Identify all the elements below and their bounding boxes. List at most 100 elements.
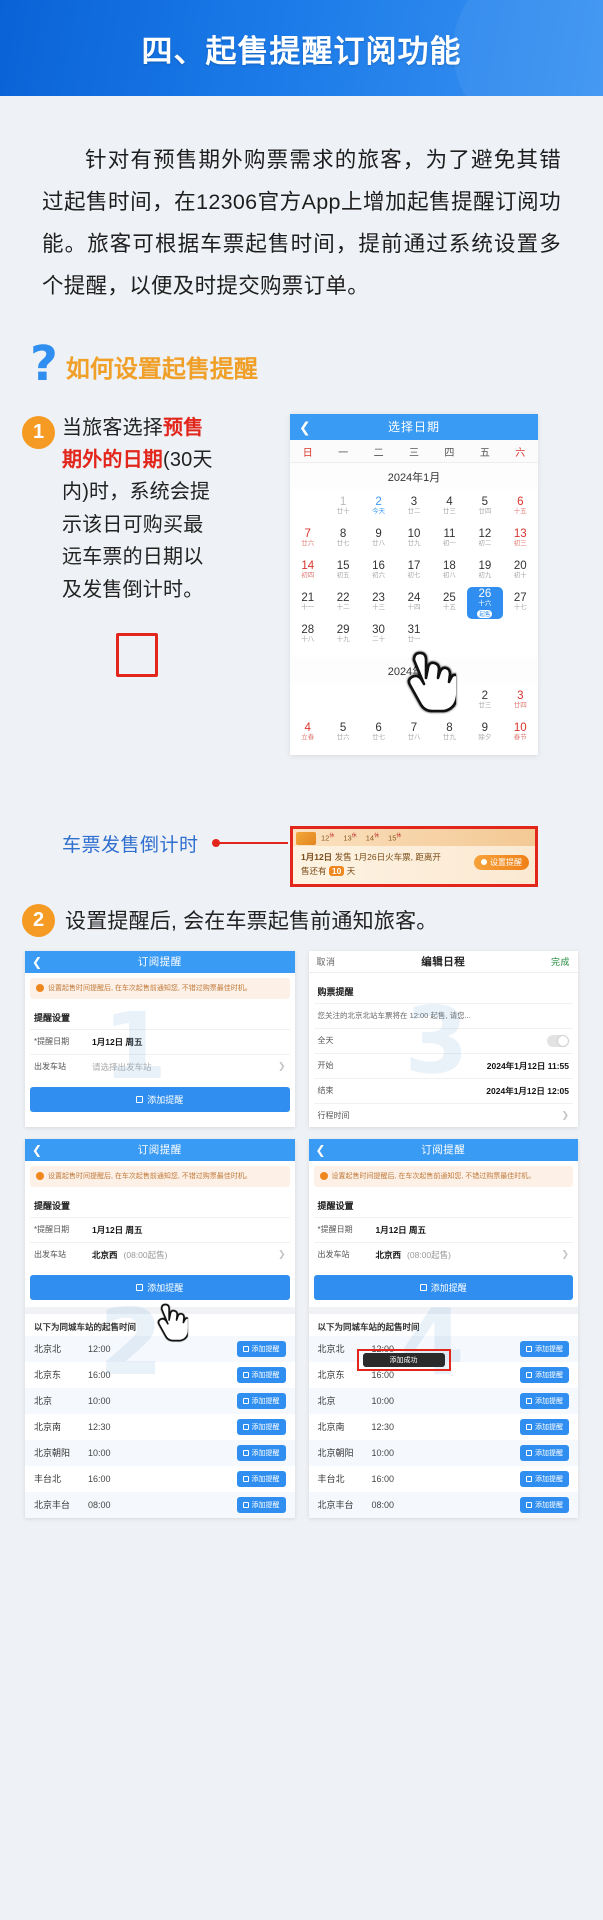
calendar-day-11[interactable]: 11 初一	[432, 523, 467, 555]
calendar-day-8[interactable]: 8 廿七	[325, 523, 360, 555]
station-add-reminder-button[interactable]: 添加提醒	[236, 1470, 286, 1487]
shot1-station-row[interactable]: 出发车站 请选择出发车站 ❯	[30, 1053, 290, 1079]
calendar-day-13[interactable]: 13 初三	[503, 523, 538, 555]
calendar-day-lunar: 初十	[513, 572, 527, 580]
calendar-day-25[interactable]: 25 十五	[432, 587, 467, 619]
calendar-day-26[interactable]: 26 十六 起售	[467, 586, 503, 619]
countdown-callout-label: 车票发售倒计时	[62, 834, 199, 856]
station-add-reminder-label: 添加提醒	[251, 1371, 280, 1379]
calendar-day-5[interactable]: 5 廿四	[467, 491, 502, 523]
calendar-day-21[interactable]: 21 十一	[290, 587, 325, 619]
calendar-day-14[interactable]: 14 初四	[290, 555, 325, 587]
calendar-day-empty	[290, 685, 325, 717]
shot1-date-row[interactable]: *提醒日期 1月12日 周五	[30, 1028, 290, 1054]
station-add-reminder-button[interactable]: 添加提醒	[236, 1496, 286, 1513]
calendar-day-4[interactable]: 4 廿三	[432, 491, 467, 523]
station-add-reminder-label: 添加提醒	[251, 1475, 280, 1483]
calendar-day-10[interactable]: 10 春节	[503, 717, 538, 749]
station-add-reminder-button[interactable]: 添加提醒	[520, 1340, 569, 1357]
calendar-day-number: 28	[301, 624, 315, 637]
calendar-day-28[interactable]: 28 十八	[290, 619, 325, 651]
station-add-reminder-button[interactable]: 添加提醒	[236, 1392, 286, 1409]
shot2-cancel-button[interactable]: 取消	[317, 955, 336, 968]
chevron-left-icon[interactable]: ❮	[32, 1143, 43, 1157]
station-add-reminder-button[interactable]: 添加提醒	[236, 1340, 286, 1357]
alert-icon	[319, 1171, 328, 1180]
station-add-reminder-button[interactable]: 添加提醒	[236, 1444, 286, 1461]
station-name: 北京	[34, 1396, 53, 1407]
station-row: 北京朝阳 10:00 添加提醒	[25, 1439, 295, 1466]
page-title: 四、起售提醒订阅功能	[141, 33, 462, 69]
calendar-day-30[interactable]: 30 二十	[361, 619, 396, 651]
calendar-day-3[interactable]: 3 廿二	[396, 491, 431, 523]
calendar-day-6[interactable]: 6 廿七	[361, 717, 396, 749]
calendar-day-1[interactable]: 1 廿十	[325, 491, 360, 523]
shot2-desc: 您关注的北京北站车票将在 12:00 起售, 请您...	[317, 1010, 471, 1020]
station-add-reminder-button[interactable]: 添加提醒	[520, 1366, 569, 1383]
shot3-station-row[interactable]: 出发车站 北京西 (08:00起售) ❯	[30, 1241, 290, 1267]
calendar-day-10[interactable]: 10 廿九	[396, 523, 431, 555]
shot3-add-reminder-button[interactable]: 添加提醒	[30, 1274, 290, 1300]
shot4-station-row[interactable]: 出发车站 北京西 (08:00起售) ❯	[313, 1241, 573, 1267]
calendar-day-12[interactable]: 12 初二	[467, 523, 502, 555]
weekday-sun: 日	[302, 447, 313, 459]
station-add-reminder-button[interactable]: 添加提醒	[520, 1496, 569, 1513]
calendar-day-4[interactable]: 4 立春	[290, 717, 325, 749]
calendar-day-24[interactable]: 24 十四	[396, 587, 431, 619]
calendar-day-29[interactable]: 29 十九	[325, 619, 360, 651]
allday-toggle[interactable]	[547, 1034, 569, 1047]
calendar-day-2[interactable]: 2 廿三	[467, 685, 502, 717]
calendar-day-22[interactable]: 22 十二	[325, 587, 360, 619]
calendar-day-number: 8	[446, 722, 453, 735]
station-add-reminder-button[interactable]: 添加提醒	[520, 1444, 569, 1461]
calendar-day-9[interactable]: 9 除夕	[467, 717, 502, 749]
shot3-date-row[interactable]: *提醒日期 1月12日 周五	[30, 1216, 290, 1242]
calendar-day-17[interactable]: 17 初七	[396, 555, 431, 587]
station-add-reminder-button[interactable]: 添加提醒	[520, 1418, 569, 1435]
station-add-reminder-button[interactable]: 添加提醒	[520, 1470, 569, 1487]
calendar-day-lunar: 除夕	[478, 734, 492, 742]
calendar-day-number: 9	[375, 528, 382, 541]
calendar-day-19[interactable]: 19 初九	[467, 555, 502, 587]
calendar-day-5[interactable]: 5 廿六	[325, 717, 360, 749]
calendar-day-number: 2	[375, 496, 382, 509]
calendar-day-8[interactable]: 8 廿九	[432, 717, 467, 749]
calendar-day-20[interactable]: 20 初十	[503, 555, 538, 587]
shot3-title: 订阅提醒	[137, 1144, 182, 1157]
calendar-day-7[interactable]: 7 廿六	[290, 523, 325, 555]
chevron-left-icon[interactable]: ❮	[32, 955, 43, 969]
shot2-allday-row[interactable]: 全天	[313, 1027, 573, 1053]
station-add-reminder-button[interactable]: 添加提醒	[520, 1392, 569, 1409]
calendar-day-lunar: 初七	[407, 572, 421, 580]
shot4-date-row[interactable]: *提醒日期 1月12日 周五	[313, 1216, 573, 1242]
station-add-reminder-button[interactable]: 添加提醒	[236, 1366, 286, 1383]
station-add-reminder-button[interactable]: 添加提醒	[236, 1418, 286, 1435]
shot2-end-row[interactable]: 结束 2024年1月12日 12:05	[313, 1077, 573, 1103]
calendar-day-number: 10	[513, 722, 527, 735]
calendar-day-number: 17	[407, 560, 421, 573]
shot1-add-reminder-button[interactable]: 添加提醒	[30, 1086, 290, 1112]
calendar-day-number: 22	[336, 592, 350, 605]
calendar-day-16[interactable]: 16 初六	[361, 555, 396, 587]
calendar-day-18[interactable]: 18 初八	[432, 555, 467, 587]
shot2-start-row[interactable]: 开始 2024年1月12日 11:55	[313, 1052, 573, 1078]
chevron-left-icon[interactable]: ❮	[316, 1143, 327, 1157]
calendar-day-23[interactable]: 23 十三	[361, 587, 396, 619]
calendar-day-2[interactable]: 2 今天	[361, 491, 396, 523]
shot4-add-reminder-button[interactable]: 添加提醒	[313, 1274, 573, 1300]
calendar-day-9[interactable]: 9 廿八	[361, 523, 396, 555]
chevron-left-icon[interactable]: ❮	[299, 420, 311, 434]
shot2-travel-row[interactable]: 行程时间 ❯	[313, 1102, 573, 1127]
calendar-day-27[interactable]: 27 十七	[503, 587, 538, 619]
shot2-done-button[interactable]: 完成	[551, 955, 570, 968]
station-sale-time: 16:00	[88, 1369, 111, 1380]
station-add-reminder-label: 添加提醒	[251, 1345, 280, 1353]
shot4-date-value: 1月12日 周五	[375, 1224, 427, 1235]
set-reminder-button[interactable]: 设置提醒	[474, 854, 529, 870]
calendar-day-3[interactable]: 3 廿四	[503, 685, 538, 717]
calendar-day-6[interactable]: 6 十五	[503, 491, 538, 523]
station-sale-time: 10:00	[371, 1395, 395, 1406]
calendar-day-15[interactable]: 15 初五	[325, 555, 360, 587]
calendar-day-7[interactable]: 7 廿八	[396, 717, 431, 749]
calendar-day-lunar: 十二	[336, 604, 350, 612]
